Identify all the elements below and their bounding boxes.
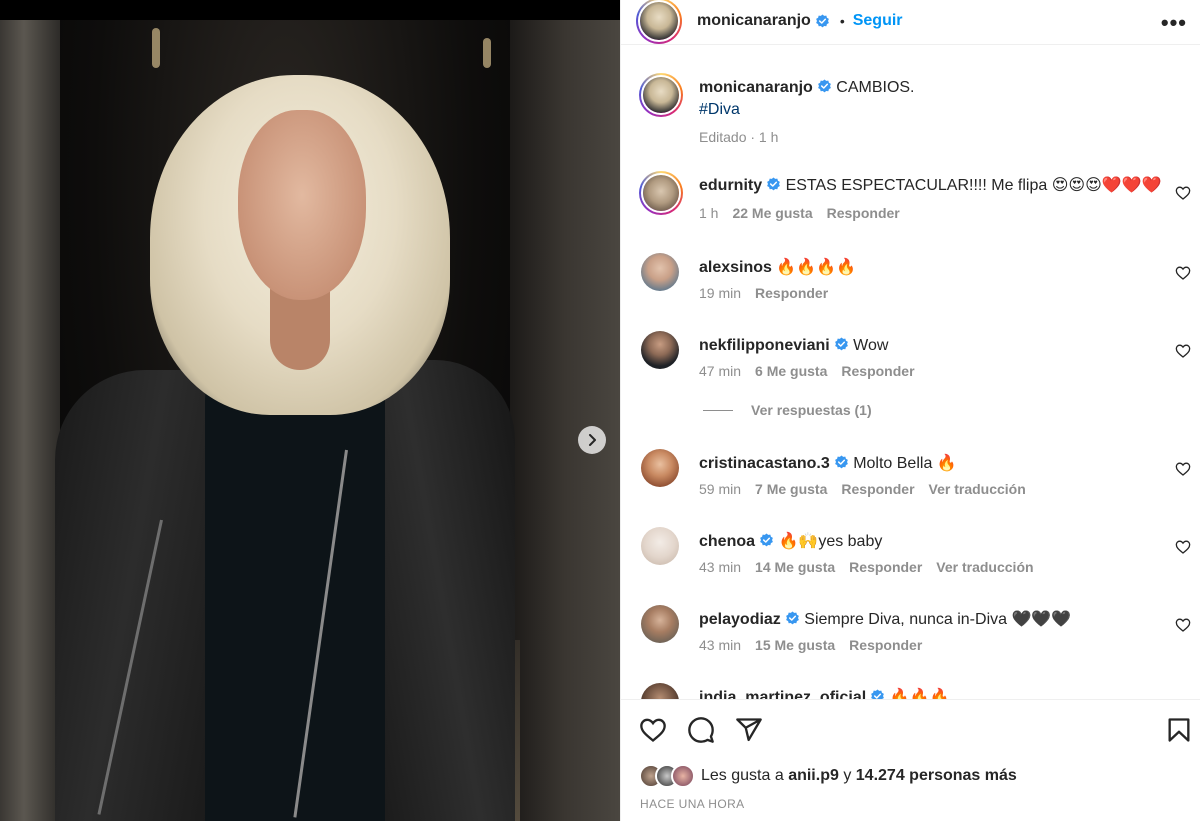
heart-icon[interactable]	[1175, 617, 1191, 633]
heart-icon[interactable]	[1175, 185, 1191, 201]
post-side-panel: monicanaranjo • Seguir ••• monicanaranjo…	[620, 0, 1200, 821]
post-media-photo[interactable]	[0, 0, 620, 821]
reply-button[interactable]: Responder	[755, 285, 828, 301]
comment-username[interactable]: nekfilipponeviani	[699, 337, 830, 354]
next-photo-button[interactable]	[578, 426, 606, 454]
post-timestamp: HACE UNA HORA	[640, 797, 745, 811]
comment-username[interactable]: edurnity	[699, 177, 762, 194]
author-avatar[interactable]	[636, 0, 682, 44]
comment-avatar[interactable]	[641, 253, 679, 291]
translate-button[interactable]: Ver traducción	[929, 481, 1026, 497]
bookmark-icon[interactable]	[1165, 716, 1193, 744]
comment-username[interactable]: india_martinez_oficial	[699, 689, 866, 699]
reply-button[interactable]: Responder	[849, 559, 922, 575]
comment-text: ESTAS ESPECTACULAR!!!! Me flipa 😍😍😍❤️❤️❤…	[785, 177, 1162, 194]
verified-badge-icon	[815, 13, 829, 27]
verified-badge-icon	[871, 689, 885, 699]
comment-text: 🔥🔥🔥🔥	[776, 259, 857, 276]
comment-avatar[interactable]	[641, 331, 679, 369]
comment-likes-count[interactable]: 14 Me gusta	[755, 559, 835, 575]
comment-username[interactable]: chenoa	[699, 533, 755, 550]
reply-button[interactable]: Responder	[841, 363, 914, 379]
comment-time: 47 min	[699, 363, 742, 379]
send-icon[interactable]	[735, 716, 763, 744]
heart-icon[interactable]	[639, 716, 667, 744]
likes-prefix: Les gusta a	[701, 767, 784, 784]
comment-username[interactable]: alexsinos	[699, 259, 772, 276]
comment-text: 🔥🙌yes baby	[778, 533, 883, 550]
comment-time: 1 h	[699, 205, 719, 221]
likes-joiner: y	[843, 767, 852, 784]
comment-username[interactable]: cristinacastano.3	[699, 455, 830, 472]
comment-avatar[interactable]	[641, 683, 679, 699]
comment-time: 43 min	[699, 637, 742, 653]
comment-text: Siempre Diva, nunca in-Diva 🖤🖤🖤	[804, 611, 1072, 628]
likers-avatars[interactable]	[639, 764, 695, 788]
author-avatar[interactable]	[639, 73, 683, 117]
verified-badge-icon	[760, 533, 773, 547]
likes-summary: Les gusta a anii.p9 y 14.274 personas má…	[639, 764, 1017, 788]
comment-avatar[interactable]	[639, 171, 683, 215]
heart-icon[interactable]	[1175, 461, 1191, 477]
view-replies-label: Ver respuestas (1)	[751, 402, 872, 418]
comment-likes-count[interactable]: 7 Me gusta	[755, 481, 827, 497]
comment-username[interactable]: pelayodiaz	[699, 611, 781, 628]
more-options-icon[interactable]: •••	[1161, 10, 1187, 36]
follow-button[interactable]: Seguir	[853, 12, 903, 30]
heart-icon[interactable]	[1175, 539, 1191, 555]
heart-icon[interactable]	[1175, 265, 1191, 281]
comment-text: Wow	[853, 337, 889, 354]
heart-icon[interactable]	[1175, 343, 1191, 359]
caption-username[interactable]: monicanaranjo	[699, 79, 813, 96]
comment-likes-count[interactable]: 15 Me gusta	[755, 637, 835, 653]
verified-badge-icon	[767, 177, 780, 191]
likes-user[interactable]: anii.p9	[788, 767, 839, 785]
likes-count[interactable]: 14.274 personas más	[856, 767, 1017, 785]
post-actions: Les gusta a anii.p9 y 14.274 personas má…	[621, 699, 1200, 821]
comment-time: 59 min	[699, 481, 742, 497]
author-username[interactable]: monicanaranjo	[697, 12, 811, 30]
comment-time: 19 min	[699, 285, 742, 301]
caption-text: CAMBIOS.	[836, 79, 915, 96]
verified-badge-icon	[817, 79, 831, 93]
verified-badge-icon	[834, 337, 848, 351]
comment-avatar[interactable]	[641, 527, 679, 565]
caption-meta: Editado · 1 h	[699, 129, 779, 145]
comment-text: 🔥🔥🔥	[889, 689, 950, 699]
reply-button[interactable]: Responder	[849, 637, 922, 653]
comment-time: 43 min	[699, 559, 742, 575]
comment-icon[interactable]	[687, 716, 715, 744]
caption-hashtag[interactable]: #Diva	[699, 101, 740, 118]
comments-list[interactable]: monicanaranjo CAMBIOS. #Diva Editado · 1…	[621, 59, 1200, 699]
comment-text: Molto Bella 🔥	[853, 455, 957, 472]
chevron-right-icon	[589, 434, 596, 446]
reply-button[interactable]: Responder	[841, 481, 914, 497]
verified-badge-icon	[834, 455, 848, 469]
view-replies-button[interactable]: Ver respuestas (1)	[703, 402, 872, 418]
comment-avatar[interactable]	[641, 605, 679, 643]
post-header: monicanaranjo • Seguir •••	[621, 0, 1200, 45]
reply-button[interactable]: Responder	[827, 205, 900, 221]
verified-badge-icon	[785, 611, 799, 625]
comment-likes-count[interactable]: 6 Me gusta	[755, 363, 827, 379]
translate-button[interactable]: Ver traducción	[936, 559, 1033, 575]
comment-avatar[interactable]	[641, 449, 679, 487]
comment-likes-count[interactable]: 22 Me gusta	[732, 205, 812, 221]
